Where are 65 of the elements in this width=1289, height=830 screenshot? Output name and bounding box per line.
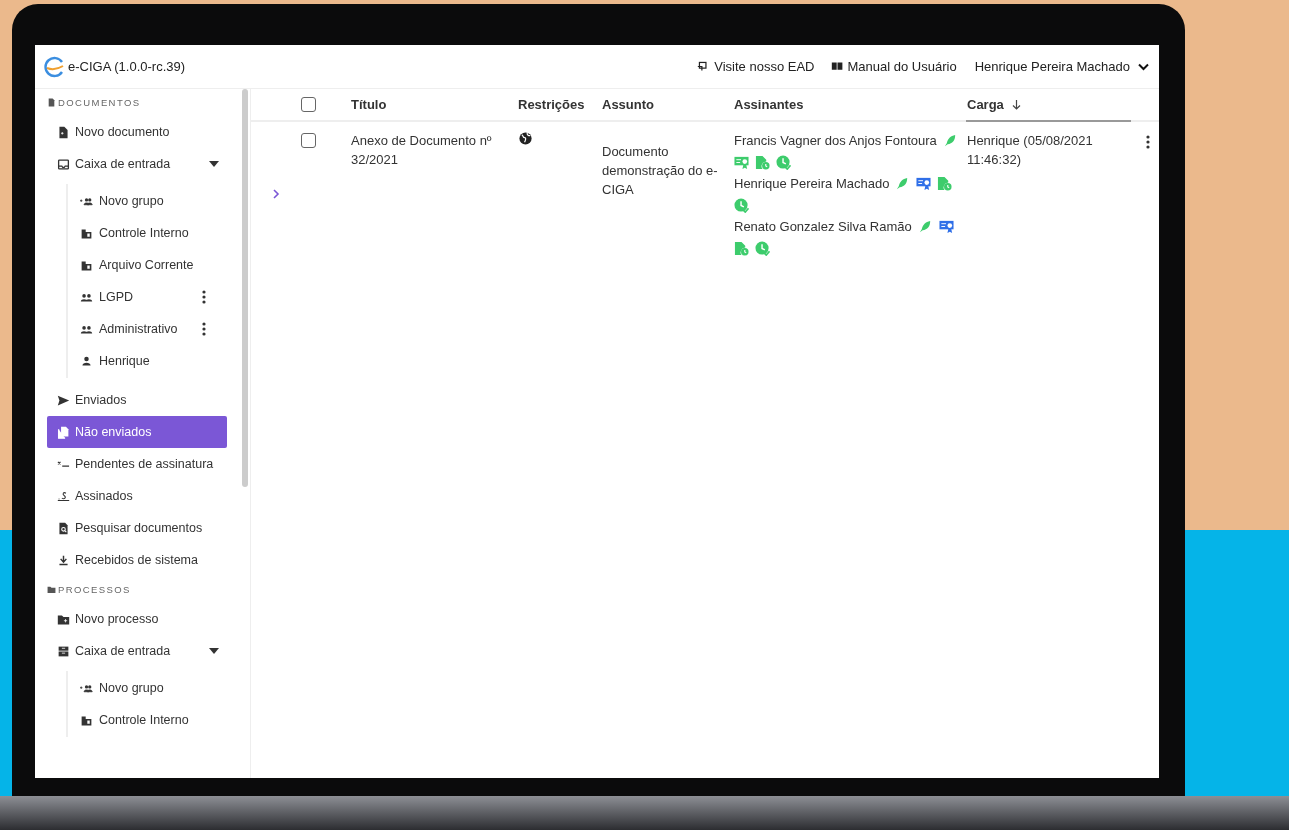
sidebar-item[interactable]: Novo grupo [68,672,218,704]
section-heading: PROCESSOS [47,578,240,600]
document-search-icon [57,521,70,535]
column-header[interactable]: Assinantes [734,89,966,120]
sidebar-item[interactable]: Administrativo [68,313,218,345]
globe-icon [518,131,533,146]
file-copy-icon [57,425,70,439]
sidebar-item[interactable]: Caixa de entrada [47,635,227,667]
building-icon [80,713,93,727]
checkbox[interactable] [301,133,316,148]
chevron-down-icon [1138,62,1149,71]
document-icon [47,97,56,107]
sidebar-item[interactable]: Controle Interno [68,217,218,249]
send-icon [57,393,70,407]
signer-name: Henrique Pereira Machado [734,175,890,193]
signer-name: Francis Vagner dos Anjos Fontoura [734,132,937,150]
scrollbar-thumb[interactable] [242,89,248,487]
sidebar-item[interactable]: Pesquisar documentos [47,512,227,544]
column-header[interactable]: Título [351,89,518,120]
signature-line-icon [57,461,70,467]
archive-icon [57,644,70,658]
sidebar-item[interactable]: Novo grupo [68,185,218,217]
app-title: e-CIGA (1.0.0-rc.39) [68,59,186,74]
caret-icon[interactable] [209,648,219,654]
sidebar-item[interactable]: Novo documento [47,116,227,148]
sidebar-item[interactable]: Novo processo [47,603,227,635]
user-menu-button[interactable]: Henrique Pereira Machado [974,59,1149,74]
header-link[interactable]: Manual do Usuário [830,59,957,74]
inbox-icon [57,157,70,171]
sidebar-item[interactable]: Não enviados [47,416,227,448]
table-cell-text: Henrique (05/08/2021 11:46:32) [966,132,1094,169]
book-icon [830,60,844,73]
sidebar-item[interactable]: Recebidos de sistema [47,544,227,576]
more-options-icon[interactable] [1146,135,1150,149]
sidebar-item[interactable]: Caixa de entrada [47,148,227,180]
section-heading: DOCUMENTOS [47,91,240,113]
signature-icon [57,489,70,503]
folder-plus-icon [57,612,70,626]
document-plus-icon [57,125,70,139]
chevron-right-icon[interactable] [272,189,280,199]
header-link[interactable]: Visite nosso EAD [697,59,815,74]
download-icon [57,553,70,567]
column-header[interactable]: Assunto [602,89,734,120]
logo-icon [43,55,65,78]
sidebar-item[interactable]: Enviados [47,384,227,416]
sort-arrow-icon [1011,99,1021,110]
checkbox[interactable] [301,97,316,112]
building-icon [80,226,93,240]
caret-icon[interactable] [209,161,219,167]
more-options-icon[interactable] [202,290,206,304]
column-header[interactable]: Carga [966,89,1131,122]
column-header[interactable]: Restrições [518,89,602,120]
person-icon [80,354,93,368]
building-icon [80,258,93,272]
sidebar-item[interactable]: Henrique [68,345,218,377]
more-options-icon[interactable] [202,322,206,336]
signer-name: Renato Gonzalez Silva Ramão [734,218,912,236]
table-cell-text: Documento demonstração do e-CIGA [602,143,719,199]
sidebar-item[interactable]: LGPD [68,281,218,313]
sidebar-item[interactable]: Arquivo Corrente [68,249,218,281]
table-cell-text: Anexo de Documento nº 32/2021 [351,132,493,169]
sidebar-item[interactable]: Assinados [47,480,227,512]
folder-icon [47,584,56,594]
sidebar-item[interactable]: Pendentes de assinatura [47,448,227,480]
sidebar-item[interactable]: Controle Interno [68,704,218,736]
